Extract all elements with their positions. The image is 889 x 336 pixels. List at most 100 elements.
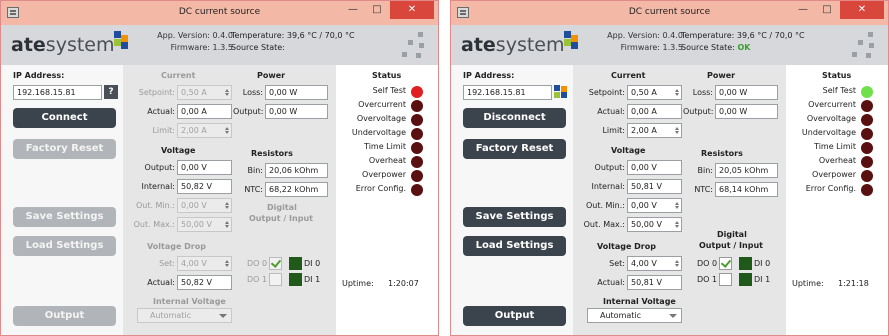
load-settings-button[interactable]: Load Settings xyxy=(463,236,566,256)
close-icon[interactable]: ✕ xyxy=(840,1,884,19)
firmware-value: 1.3.5 xyxy=(212,43,233,52)
error-config-led xyxy=(861,184,873,196)
loss-label: Loss: xyxy=(242,88,263,97)
ip-address-input[interactable]: 192.168.15.81 xyxy=(13,85,102,100)
output-button[interactable]: Output xyxy=(463,306,566,326)
voltage-output-label: Output: xyxy=(144,163,175,172)
disconnect-button[interactable]: Disconnect xyxy=(463,108,566,128)
version-info: App. Version: 0.4.0 Firmware: 1.3.5 xyxy=(133,30,233,54)
setpoint-label: Setpoint: xyxy=(138,88,175,97)
do0-checkbox xyxy=(269,257,282,270)
ip-address-label: IP Address: xyxy=(463,71,515,80)
voltage-output-label: Output: xyxy=(594,163,625,172)
uptime-label: Uptime: xyxy=(342,279,374,288)
status-label-overcurrent: Overcurrent xyxy=(358,100,406,109)
time-limit-led xyxy=(861,142,873,154)
status-label-error-config: Error Config. xyxy=(805,184,856,193)
factory-reset-button[interactable]: Factory Reset xyxy=(463,139,566,159)
out-max-input[interactable]: 50,00 V xyxy=(627,217,682,232)
ip-address-label: IP Address: xyxy=(13,71,65,80)
current-heading: Current xyxy=(611,71,646,80)
maximize-icon[interactable]: □ xyxy=(366,1,388,19)
connect-button[interactable]: Connect xyxy=(13,108,116,128)
uptime-label: Uptime: xyxy=(792,279,824,288)
limit-input[interactable]: 2,00 A xyxy=(627,123,682,138)
source-state-label: Source State: xyxy=(681,43,735,52)
di1-label: DI 1 xyxy=(304,275,321,284)
ntc-value: 68,22 kOhm xyxy=(265,182,328,197)
puzzle-icon[interactable] xyxy=(554,85,567,98)
load-settings-button[interactable]: Load Settings xyxy=(13,236,116,256)
out-min-input[interactable]: 0,00 V xyxy=(627,198,682,213)
power-heading: Power xyxy=(707,71,736,80)
ntc-label: NTC: xyxy=(244,185,263,194)
temperature-value: 39,6 °C / 70,0 °C xyxy=(286,31,355,40)
app-version-label: App. Version: xyxy=(157,31,210,40)
window-disconnected: DC current source — □ ✕ atesystem App. V… xyxy=(0,0,439,336)
ip-address-input[interactable]: 192.168.15.81 xyxy=(463,85,552,100)
voltage-internal-value: 50,82 V xyxy=(177,179,232,194)
title-bar[interactable]: DC current source — □ ✕ xyxy=(1,1,438,25)
setpoint-input[interactable]: 0,50 A xyxy=(627,85,682,100)
ntc-value: 68,14 kOhm xyxy=(715,182,778,197)
do0-checkbox[interactable] xyxy=(719,257,732,270)
voltage-heading: Voltage xyxy=(611,146,646,155)
firmware-label: Firmware: xyxy=(170,43,210,52)
bin-label: Bin: xyxy=(697,166,713,175)
temperature-value: 39,6 °C / 70,0 °C xyxy=(736,31,805,40)
do1-checkbox[interactable] xyxy=(719,273,732,286)
di1-indicator xyxy=(739,273,752,286)
limit-label: Limit: xyxy=(152,126,175,135)
di1-indicator xyxy=(289,273,302,286)
loss-value: 0,00 W xyxy=(715,85,778,100)
status-label-time-limit: Time Limit xyxy=(364,142,406,151)
drop-set-label: Set: xyxy=(159,259,175,268)
limit-input: 2,00 A xyxy=(177,123,232,138)
app-version-value: 0.4.0 xyxy=(662,31,683,40)
drop-actual-label: Actual: xyxy=(147,278,175,287)
resistors-heading: Resistors xyxy=(701,149,743,158)
drop-actual-value: 50,82 V xyxy=(177,275,232,290)
uptime-value: 1:21:18 xyxy=(838,279,869,288)
status-panel: Status Self Test Overcurrent Overvoltage… xyxy=(336,65,438,335)
app-version-value: 0.4.0 xyxy=(212,31,233,40)
status-label-overheat: Overheat xyxy=(368,156,406,165)
output-button[interactable]: Output xyxy=(13,306,116,326)
power-output-value: 0,00 W xyxy=(265,104,328,119)
firmware-label: Firmware: xyxy=(620,43,660,52)
factory-reset-button[interactable]: Factory Reset xyxy=(13,139,116,159)
time-limit-led xyxy=(411,142,423,154)
out-max-label: Out. Max.: xyxy=(133,220,175,229)
connection-panel: IP Address: 192.168.15.81 ? Connect Fact… xyxy=(1,65,123,335)
internal-voltage-select[interactable]: Automatic xyxy=(587,308,682,323)
minimize-icon[interactable]: — xyxy=(792,1,814,19)
source-state-label: Source State: xyxy=(231,43,285,52)
do1-checkbox xyxy=(269,273,282,286)
maximize-icon[interactable]: □ xyxy=(816,1,838,19)
di0-label: DI 0 xyxy=(304,259,321,268)
power-output-value: 0,00 W xyxy=(715,104,778,119)
bin-value: 20,06 kOhm xyxy=(265,163,328,178)
current-heading: Current xyxy=(161,71,196,80)
digital-subheading: Output / Input xyxy=(249,214,313,223)
save-settings-button[interactable]: Save Settings xyxy=(13,207,116,227)
overvoltage-led xyxy=(861,114,873,126)
drop-set-input[interactable]: 4,00 V xyxy=(627,256,682,271)
close-icon[interactable]: ✕ xyxy=(390,1,434,19)
di1-label: DI 1 xyxy=(754,275,771,284)
self-test-led xyxy=(411,86,423,98)
minimize-icon[interactable]: — xyxy=(342,1,364,19)
help-icon[interactable]: ? xyxy=(104,85,118,99)
connection-panel: IP Address: 192.168.15.81 Disconnect Fac… xyxy=(451,65,573,335)
drop-set-input: 4,00 V xyxy=(177,256,232,271)
out-min-label: Out. Min.: xyxy=(135,201,175,210)
temperature-label: Temperature: xyxy=(681,31,735,40)
save-settings-button[interactable]: Save Settings xyxy=(463,207,566,227)
window-connected: DC current source — □ ✕ atesystem App. V… xyxy=(450,0,889,336)
status-label-overpower: Overpower xyxy=(362,170,406,179)
atesystem-logo: atesystem xyxy=(461,31,578,56)
title-bar[interactable]: DC current source — □ ✕ xyxy=(451,1,888,25)
status-heading: Status xyxy=(372,71,402,80)
voltage-internal-label: Internal: xyxy=(591,182,625,191)
setpoint-label: Setpoint: xyxy=(588,88,625,97)
